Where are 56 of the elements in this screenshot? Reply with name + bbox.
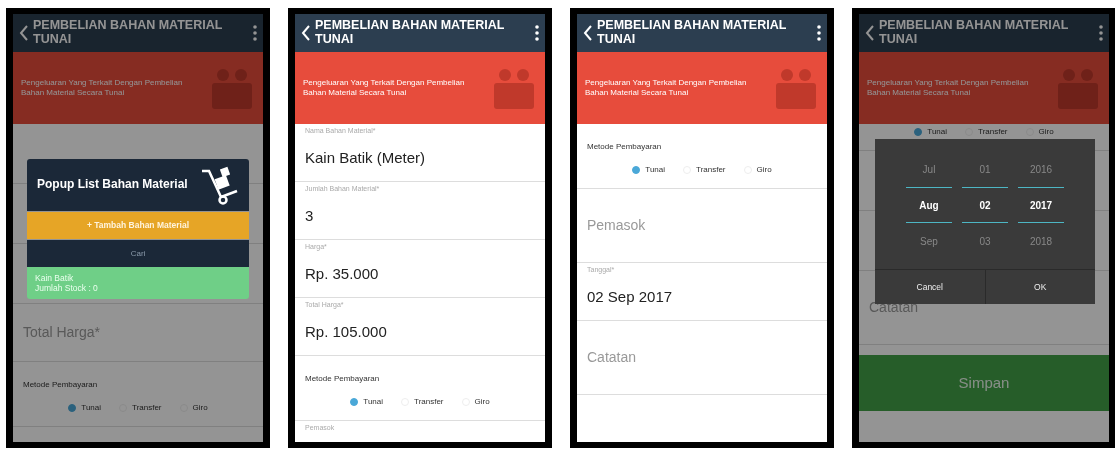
group-label: Metode Pembayaran	[587, 141, 662, 153]
screen-title: PEMBELIAN BAHAN MATERIAL TUNAI	[597, 19, 788, 47]
field-value: 02 Sep 2017	[587, 286, 673, 307]
menu-icon[interactable]	[817, 25, 821, 41]
stock-count: Jumlah Stock : 0	[35, 283, 99, 294]
picker-value[interactable]: 01	[962, 151, 1008, 187]
menu-icon[interactable]	[253, 25, 257, 41]
popup-title: Popup List Bahan Material	[37, 178, 189, 192]
back-icon[interactable]	[19, 25, 29, 41]
screen-title: PEMBELIAN BAHAN MATERIAL TUNAI	[315, 19, 506, 47]
banner-text: Pengeluaran Yang Terkait Dengan Pembelian Bahan Material Secara Tunai	[303, 78, 466, 98]
banner-text: Pengeluaran Yang Terkait Dengan Pembelian Bahan Material Secara Tunai	[585, 78, 748, 98]
picker-value[interactable]: Jul	[906, 151, 952, 187]
menu-icon[interactable]	[1099, 25, 1103, 41]
picker-value[interactable]: 02	[962, 187, 1008, 223]
banner-text: Pengeluaran Yang Terkait Dengan Pembelian Bahan Material Secara Tunai	[21, 78, 184, 98]
radio-option[interactable]: Giro	[1025, 126, 1054, 138]
input-field[interactable]: Catatan	[577, 321, 827, 395]
radio-option[interactable]: Transfer	[401, 396, 444, 408]
group-label: Metode Pembayaran	[305, 373, 380, 385]
radio-option[interactable]: Giro	[743, 164, 772, 176]
picker-value[interactable]: 03	[962, 223, 1008, 259]
picker-value[interactable]: Aug	[906, 187, 952, 223]
back-icon[interactable]	[301, 25, 311, 41]
picker-value[interactable]: Sep	[906, 223, 952, 259]
radio-option[interactable]: Tunai	[632, 164, 666, 176]
back-icon[interactable]	[583, 25, 593, 41]
radio-option[interactable]: Giro	[179, 402, 208, 414]
back-icon[interactable]	[865, 25, 875, 41]
radio-option[interactable]: Transfer	[965, 126, 1008, 138]
field-value: Rp. 35.000	[305, 263, 379, 284]
search-field[interactable]: Cari	[27, 239, 249, 267]
hand-truck-icon	[199, 165, 239, 205]
screen-title: PEMBELIAN BAHAN MATERIAL TUNAI	[879, 19, 1070, 47]
radio-option[interactable]: Giro	[461, 396, 490, 408]
material-name: Kain Batik	[35, 272, 75, 284]
radio-option[interactable]: Transfer	[119, 402, 162, 414]
field-placeholder: Pemasok	[587, 216, 646, 235]
input-field[interactable]: Pemasok	[577, 189, 827, 263]
picker-value[interactable]: 2016	[1018, 151, 1064, 187]
radio-option[interactable]: Tunai	[914, 126, 948, 138]
picker-value[interactable]: 2018	[1018, 223, 1064, 259]
dialog-button[interactable]: OK	[984, 270, 1095, 304]
radio-option[interactable]: Tunai	[350, 396, 384, 408]
field-value: 3	[305, 205, 314, 226]
picker-value[interactable]: 2017	[1018, 187, 1064, 223]
radio-option[interactable]: Transfer	[683, 164, 726, 176]
screen-title: PEMBELIAN BAHAN MATERIAL TUNAI	[33, 19, 224, 47]
field-value: Kain Batik (Meter)	[305, 147, 426, 168]
banner-text: Pengeluaran Yang Terkait Dengan Pembelian Bahan Material Secara Tunai	[867, 78, 1030, 98]
field-value: Rp. 105.000	[305, 321, 387, 342]
menu-icon[interactable]	[535, 25, 539, 41]
group-label: Metode Pembayaran	[23, 379, 98, 391]
field-placeholder: Total Harga*	[23, 323, 101, 342]
radio-option[interactable]: Tunai	[68, 402, 102, 414]
field-placeholder: Catatan	[587, 348, 637, 367]
